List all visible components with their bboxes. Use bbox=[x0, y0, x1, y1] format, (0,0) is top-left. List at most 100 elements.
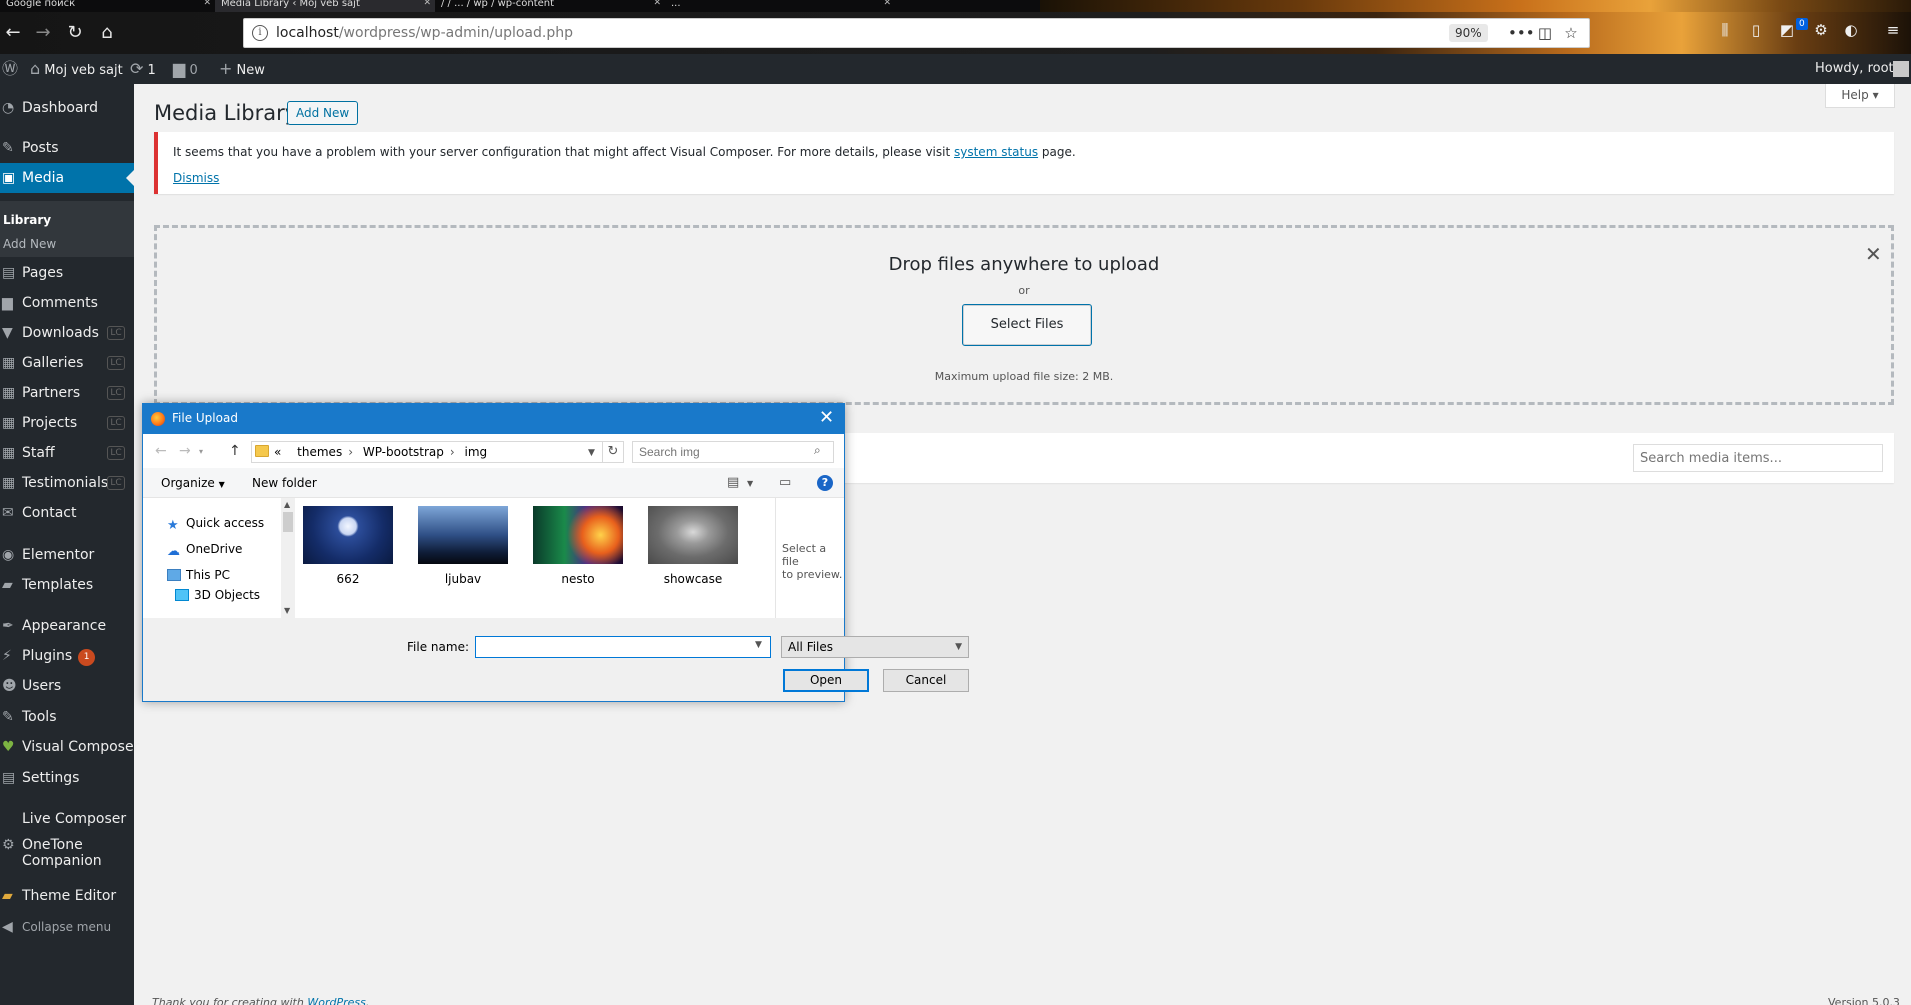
settings-gear-icon[interactable]: ⚙ bbox=[1810, 19, 1832, 41]
navigation-scrollbar[interactable]: ▲ ▼ bbox=[281, 498, 295, 618]
back-arrow-icon[interactable]: ← bbox=[155, 443, 167, 459]
help-icon[interactable]: ? bbox=[817, 475, 833, 491]
file-item[interactable]: nesto bbox=[530, 506, 626, 586]
home-icon[interactable]: ⌂ bbox=[94, 20, 120, 46]
sidebar-item-comments[interactable]: ▆ Comments bbox=[0, 288, 134, 318]
open-button[interactable]: Open bbox=[783, 669, 869, 692]
nav-onedrive[interactable]: ☁ OneDrive bbox=[167, 542, 242, 559]
sidebar-item-onetone[interactable]: ⚙ OneTone Companion bbox=[0, 835, 134, 873]
close-icon[interactable]: ✕ bbox=[423, 0, 431, 8]
sidebar-item-theme-editor[interactable]: ▰ Theme Editor bbox=[0, 881, 134, 911]
sidebar-icon[interactable]: ▯ bbox=[1745, 19, 1767, 41]
sidebar-item-partners[interactable]: ▦ Partners LC bbox=[0, 378, 134, 408]
up-arrow-icon[interactable]: ↑ bbox=[229, 443, 241, 459]
sidebar-item-templates[interactable]: ▰ Templates bbox=[0, 570, 134, 600]
submenu-library[interactable]: Library bbox=[3, 213, 51, 227]
refresh-icon[interactable]: ↻ bbox=[602, 441, 624, 463]
avatar[interactable] bbox=[1893, 61, 1909, 77]
sidebar-item-settings[interactable]: ▤ Settings bbox=[0, 763, 134, 793]
addon-icon[interactable]: ◐ bbox=[1840, 19, 1862, 41]
sidebar-item-contact[interactable]: ✉ Contact bbox=[0, 498, 134, 528]
menu-icon[interactable]: ≡ bbox=[1882, 19, 1904, 41]
help-tab[interactable]: Help ▾ bbox=[1825, 84, 1895, 108]
extension-icon[interactable]: ◩ bbox=[1776, 19, 1798, 41]
sidebar-item-visual-composer[interactable]: ♥ Visual Composer bbox=[0, 732, 139, 762]
sidebar-item-pages[interactable]: ▤ Pages bbox=[0, 258, 134, 288]
collapse-menu-button[interactable]: ◀ Collapse menu bbox=[0, 912, 134, 942]
back-icon[interactable]: ← bbox=[0, 20, 26, 46]
chevron-down-icon[interactable]: ▼ bbox=[588, 443, 595, 463]
sidebar-item-staff[interactable]: ▦ Staff LC bbox=[0, 438, 134, 468]
dismiss-link[interactable]: Dismiss bbox=[173, 171, 219, 185]
dialog-title-bar[interactable]: File Upload ✕ bbox=[143, 404, 844, 434]
wordpress-link[interactable]: WordPress bbox=[307, 996, 366, 1005]
forward-icon[interactable]: → bbox=[30, 20, 56, 46]
nav-this-pc[interactable]: This PC bbox=[167, 568, 230, 582]
breadcrumb-wp-bootstrap[interactable]: WP-bootstrap bbox=[363, 445, 444, 459]
file-item[interactable]: ljubav bbox=[415, 506, 511, 586]
sidebar-item-dashboard[interactable]: ◔ Dashboard bbox=[0, 93, 134, 123]
scroll-up-icon[interactable]: ▲ bbox=[284, 500, 290, 509]
close-icon[interactable]: ✕ bbox=[653, 0, 661, 8]
info-icon[interactable]: i bbox=[252, 25, 268, 41]
sidebar-item-galleries[interactable]: ▦ Galleries LC bbox=[0, 348, 134, 378]
browser-tab-4[interactable]: ... ✕ bbox=[665, 0, 895, 12]
more-actions-icon[interactable]: ••• bbox=[1508, 22, 1535, 44]
nav-3d-objects[interactable]: 3D Objects bbox=[175, 588, 260, 602]
close-icon[interactable]: ✕ bbox=[1865, 242, 1882, 266]
bookmark-star-icon[interactable]: ☆ bbox=[1560, 22, 1582, 44]
search-folder-input[interactable] bbox=[632, 441, 834, 463]
new-folder-button[interactable]: New folder bbox=[252, 476, 317, 490]
sidebar-item-downloads[interactable]: ▼ Downloads LC bbox=[0, 318, 134, 348]
breadcrumb-img[interactable]: img bbox=[465, 445, 488, 459]
pocket-icon[interactable]: ◫ bbox=[1534, 22, 1556, 44]
select-files-button[interactable]: Select Files bbox=[962, 304, 1092, 346]
site-name-link[interactable]: ⌂ Moj veb sajt bbox=[30, 54, 123, 84]
cancel-button[interactable]: Cancel bbox=[883, 669, 969, 692]
scrollbar-thumb[interactable] bbox=[283, 512, 293, 532]
browser-tab-1[interactable]: Google поиск ✕ bbox=[0, 0, 215, 12]
sidebar-item-plugins[interactable]: ⚡ Plugins 1 bbox=[0, 641, 134, 671]
recent-locations-icon[interactable]: ▾ bbox=[199, 447, 203, 456]
updates-link[interactable]: ⟳ 1 bbox=[130, 54, 156, 84]
file-type-select[interactable]: All Files ▼ bbox=[781, 636, 969, 658]
file-item[interactable]: 662 bbox=[300, 506, 396, 586]
new-content-link[interactable]: + New bbox=[219, 54, 265, 84]
zoom-level[interactable]: 90% bbox=[1449, 24, 1488, 42]
breadcrumb-overflow[interactable]: « bbox=[274, 445, 281, 459]
folder-breadcrumb[interactable]: « themes › WP-bootstrap › img ▼ bbox=[251, 441, 603, 463]
browser-tab-2[interactable]: Media Library ‹ Moj veb sajt ✕ bbox=[215, 0, 435, 12]
forward-arrow-icon[interactable]: → bbox=[179, 443, 191, 459]
close-icon[interactable]: ✕ bbox=[203, 0, 211, 8]
sidebar-item-appearance[interactable]: ✒ Appearance bbox=[0, 611, 134, 641]
upload-drop-zone[interactable]: Drop files anywhere to upload or Select … bbox=[154, 225, 1894, 405]
sidebar-item-media[interactable]: ▣ Media bbox=[0, 163, 134, 193]
url-bar[interactable]: i localhost/wordpress/wp-admin/upload.ph… bbox=[243, 18, 1590, 48]
browser-tab-3[interactable]: / / ... / wp / wp-content ✕ bbox=[435, 0, 665, 12]
sidebar-item-elementor[interactable]: ◉ Elementor bbox=[0, 540, 134, 570]
sidebar-item-live-composer[interactable]: Live Composer bbox=[0, 804, 134, 834]
system-status-link[interactable]: system status bbox=[954, 145, 1038, 159]
chevron-down-icon[interactable]: ▼ bbox=[755, 640, 762, 650]
nav-quick-access[interactable]: ★ Quick access bbox=[167, 516, 264, 533]
wordpress-logo-icon[interactable]: Ⓦ bbox=[2, 54, 18, 84]
reload-icon[interactable]: ↻ bbox=[62, 20, 88, 46]
sidebar-item-tools[interactable]: ✎ Tools bbox=[0, 702, 134, 732]
submenu-add-new[interactable]: Add New bbox=[3, 237, 56, 251]
close-icon[interactable]: ✕ bbox=[883, 0, 891, 8]
file-item[interactable]: showcase bbox=[645, 506, 741, 586]
library-icon[interactable]: ⫼ bbox=[1714, 19, 1736, 41]
search-media-input[interactable] bbox=[1633, 444, 1883, 472]
chevron-down-icon[interactable]: ▼ bbox=[747, 479, 753, 488]
view-options-icon[interactable]: ▤ bbox=[727, 475, 739, 490]
comments-link[interactable]: ▆ 0 bbox=[173, 54, 198, 84]
organize-menu[interactable]: Organize ▼ bbox=[161, 476, 225, 490]
howdy-user-link[interactable]: Howdy, root bbox=[1815, 54, 1894, 84]
close-icon[interactable]: ✕ bbox=[819, 407, 834, 428]
breadcrumb-themes[interactable]: themes bbox=[297, 445, 342, 459]
sidebar-item-posts[interactable]: ✎ Posts bbox=[0, 133, 134, 163]
sidebar-item-projects[interactable]: ▦ Projects LC bbox=[0, 408, 134, 438]
file-name-input[interactable] bbox=[475, 636, 771, 658]
add-new-button[interactable]: Add New bbox=[287, 101, 359, 125]
sidebar-item-testimonials[interactable]: ▦ Testimonials LC bbox=[0, 468, 134, 498]
